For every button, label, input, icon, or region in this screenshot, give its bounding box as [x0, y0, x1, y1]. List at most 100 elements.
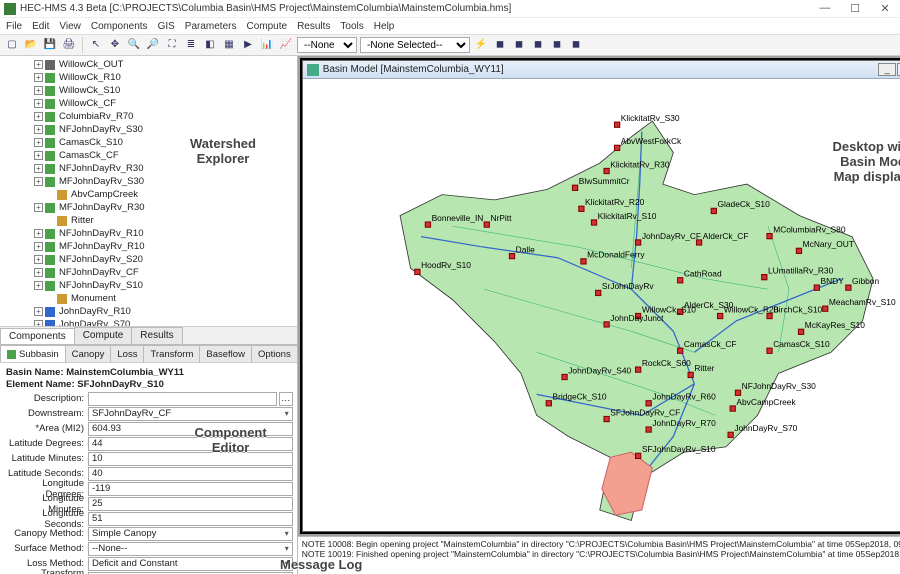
map-node-icon[interactable] [591, 220, 596, 225]
zoomout-icon[interactable]: 🔎 [145, 37, 161, 53]
tree-item[interactable]: +WillowCk_R10 [4, 71, 295, 84]
extent-icon[interactable]: ⛶ [164, 37, 180, 53]
tool-e-icon[interactable]: ◼ [568, 37, 584, 53]
tree-item[interactable]: +CamasCk_CF [4, 149, 295, 162]
graph-icon[interactable]: 📈 [278, 37, 294, 53]
print-icon[interactable]: 🖨 [61, 37, 77, 53]
subtab-subbasin[interactable]: Subbasin [0, 345, 66, 362]
map-node-icon[interactable] [688, 372, 693, 377]
map-node-icon[interactable] [635, 367, 640, 372]
map-node-icon[interactable] [425, 222, 430, 227]
map-node-icon[interactable] [614, 122, 619, 127]
map-node-icon[interactable] [635, 453, 640, 458]
expand-icon[interactable]: + [34, 86, 43, 95]
map-node-icon[interactable] [717, 313, 722, 318]
map-node-icon[interactable] [822, 306, 827, 311]
map-node-icon[interactable] [414, 269, 419, 274]
menu-compute[interactable]: Compute [246, 21, 287, 32]
map-node-icon[interactable] [595, 290, 600, 295]
maximize-button[interactable]: ☐ [844, 2, 866, 15]
subtab-transform[interactable]: Transform [143, 345, 200, 362]
menu-results[interactable]: Results [297, 21, 330, 32]
map-node-icon[interactable] [814, 285, 819, 290]
tree-item[interactable]: Monument [4, 292, 295, 305]
new-icon[interactable]: ▢ [4, 37, 20, 53]
menu-edit[interactable]: Edit [32, 21, 49, 32]
tree-item[interactable]: +WillowCk_S10 [4, 84, 295, 97]
field-input[interactable]: --None-- [88, 542, 293, 556]
tab-results[interactable]: Results [131, 327, 182, 344]
map-node-icon[interactable] [761, 275, 766, 280]
map-node-icon[interactable] [509, 253, 514, 258]
expand-icon[interactable]: + [34, 307, 43, 316]
expand-icon[interactable]: + [34, 229, 43, 238]
expand-icon[interactable]: + [34, 112, 43, 121]
map-node-icon[interactable] [562, 374, 567, 379]
selector-2[interactable]: -None Selected-- [360, 37, 470, 53]
tool-d-icon[interactable]: ◼ [549, 37, 565, 53]
menu-components[interactable]: Components [91, 21, 148, 32]
expand-icon[interactable]: + [34, 60, 43, 69]
subtab-baseflow[interactable]: Baseflow [199, 345, 252, 362]
map-minimize-button[interactable]: _ [878, 63, 896, 76]
map-node-icon[interactable] [677, 348, 682, 353]
menu-gis[interactable]: GIS [158, 21, 175, 32]
subtab-canopy[interactable]: Canopy [65, 345, 112, 362]
tree-item[interactable]: +ColumbiaRv_R70 [4, 110, 295, 123]
tool-a-icon[interactable]: ◼ [492, 37, 508, 53]
field-input[interactable]: 10 [88, 452, 293, 466]
tree-item[interactable]: +NFJohnDayRv_CF [4, 266, 295, 279]
map-node-icon[interactable] [711, 208, 716, 213]
watershed-explorer[interactable]: WatershedExplorer +WillowCk_OUT+WillowCk… [0, 56, 297, 326]
results-icon[interactable]: 📊 [259, 37, 275, 53]
map-node-icon[interactable] [578, 206, 583, 211]
field-input[interactable]: Deficit and Constant [88, 557, 293, 571]
tree-item[interactable]: +WillowCk_OUT [4, 58, 295, 71]
tree-item[interactable]: Ritter [4, 214, 295, 227]
tree-item[interactable]: +MFJohnDayRv_S30 [4, 175, 295, 188]
subtab-options[interactable]: Options [251, 345, 297, 362]
expand-icon[interactable]: + [34, 151, 43, 160]
map-node-icon[interactable] [798, 329, 803, 334]
map-canvas[interactable]: KlickitatRv_S30AbvWestForkCkKlickitatRv_… [303, 79, 900, 531]
pointer-icon[interactable]: ↖ [88, 37, 104, 53]
tree-item[interactable]: +JohnDayRv_S70 [4, 318, 295, 326]
tree-item[interactable]: AbvCampCreek [4, 188, 295, 201]
map-titlebar[interactable]: Basin Model [MainstemColumbia_WY11] _ ☐ … [303, 61, 900, 79]
field-input[interactable]: 40 [88, 467, 293, 481]
expand-icon[interactable]: + [34, 281, 43, 290]
menu-file[interactable]: File [6, 21, 22, 32]
tool-c-icon[interactable]: ◼ [530, 37, 546, 53]
layers-icon[interactable]: ≣ [183, 37, 199, 53]
open-icon[interactable]: 📂 [23, 37, 39, 53]
map-node-icon[interactable] [646, 427, 651, 432]
edit-button[interactable]: … [279, 392, 293, 406]
map-node-icon[interactable] [735, 390, 740, 395]
map-node-icon[interactable] [546, 401, 551, 406]
expand-icon[interactable]: + [34, 99, 43, 108]
tool-b-icon[interactable]: ◼ [511, 37, 527, 53]
grid-icon[interactable]: ▦ [221, 37, 237, 53]
tree-item[interactable]: +NFJohnDayRv_S20 [4, 253, 295, 266]
field-input[interactable]: Simple Canopy [88, 527, 293, 541]
expand-icon[interactable]: + [34, 125, 43, 134]
map-node-icon[interactable] [635, 240, 640, 245]
field-input[interactable]: 604.93 [88, 422, 293, 436]
field-input[interactable]: SFJohnDayRv_CF [88, 407, 293, 421]
field-input[interactable]: -119 [88, 482, 293, 496]
map-node-icon[interactable] [604, 322, 609, 327]
map-node-icon[interactable] [728, 432, 733, 437]
save-icon[interactable]: 💾 [42, 37, 58, 53]
map-node-icon[interactable] [614, 145, 619, 150]
menu-tools[interactable]: Tools [340, 21, 363, 32]
minimize-button[interactable]: — [814, 2, 836, 15]
basin-icon[interactable]: ◧ [202, 37, 218, 53]
map-node-icon[interactable] [845, 285, 850, 290]
tree-item[interactable]: +MFJohnDayRv_R10 [4, 240, 295, 253]
field-input[interactable]: 44 [88, 437, 293, 451]
expand-icon[interactable]: + [34, 73, 43, 82]
map-node-icon[interactable] [572, 185, 577, 190]
tree-item[interactable]: +CamasCk_S10 [4, 136, 295, 149]
selector-1[interactable]: --None Selected-- [297, 37, 357, 53]
menu-help[interactable]: Help [374, 21, 395, 32]
